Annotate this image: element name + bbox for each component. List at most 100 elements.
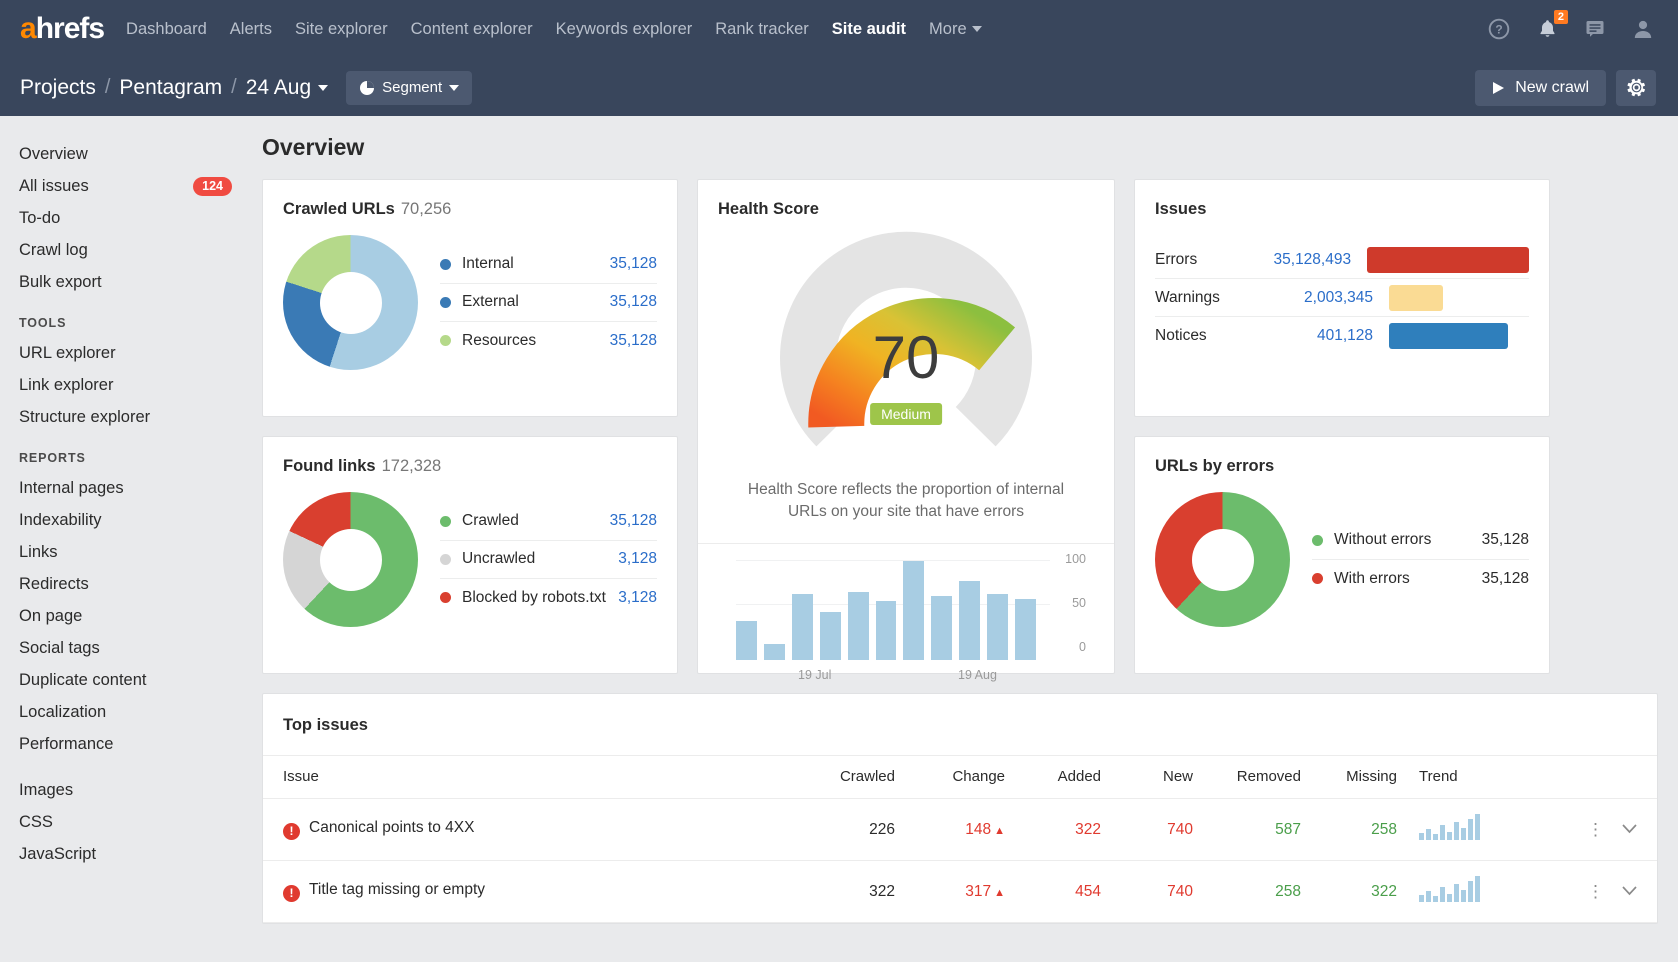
table-row[interactable]: !Canonical points to 4XX 226 148▲ 322 74… <box>263 799 1657 861</box>
cell-issue-name[interactable]: !Canonical points to 4XX <box>263 799 787 861</box>
notifications-button[interactable]: 2 <box>1534 16 1560 42</box>
sidebar-item-indexability[interactable]: Indexability <box>19 504 262 536</box>
sidebar-label-performance: Performance <box>19 735 113 754</box>
column-header-added[interactable]: Added <box>1005 756 1101 799</box>
issues-card: Issues Errors 35,128,493 Warnings 2,003,… <box>1134 179 1550 417</box>
legend-item-crawled[interactable]: Crawled 35,128 <box>440 503 657 541</box>
legend-item-external[interactable]: External 35,128 <box>440 284 657 322</box>
column-header-removed[interactable]: Removed <box>1193 756 1301 799</box>
column-header-trend[interactable]: Trend <box>1397 756 1547 799</box>
ytick-0: 0 <box>1079 640 1086 654</box>
legend-value-crawled[interactable]: 35,128 <box>610 512 657 530</box>
chat-icon <box>1584 19 1606 39</box>
legend-item-without-errors[interactable]: Without errors 35,128 <box>1312 522 1529 560</box>
history-bar[interactable] <box>987 594 1008 660</box>
column-header-new[interactable]: New <box>1101 756 1193 799</box>
breadcrumb-projects[interactable]: Projects <box>20 76 96 100</box>
help-button[interactable]: ? <box>1486 16 1512 42</box>
history-bar[interactable] <box>931 596 952 660</box>
ahrefs-logo[interactable]: ahrefs <box>20 14 104 44</box>
sidebar-item-social-tags[interactable]: Social tags <box>19 632 262 664</box>
sidebar-label-duplicate-content: Duplicate content <box>19 671 147 690</box>
sidebar-item-on-page[interactable]: On page <box>19 600 262 632</box>
history-bar[interactable] <box>959 581 980 660</box>
sidebar-item-all-issues[interactable]: All issues 124 <box>19 170 262 202</box>
sidebar-item-performance[interactable]: Performance <box>19 728 262 760</box>
found-links-legend: Crawled 35,128 Uncrawled 3,128 Blocked b… <box>440 503 657 617</box>
issue-value-warnings[interactable]: 2,003,345 <box>1251 289 1373 307</box>
cell-issue-name[interactable]: !Title tag missing or empty <box>263 861 787 923</box>
nav-site-audit[interactable]: Site audit <box>832 20 906 39</box>
column-header-change[interactable]: Change <box>895 756 1005 799</box>
table-row[interactable]: !Title tag missing or empty 322 317▲ 454… <box>263 861 1657 923</box>
nav-alerts[interactable]: Alerts <box>230 20 272 39</box>
column-header-crawled[interactable]: Crawled <box>787 756 895 799</box>
legend-value-blocked-by-robots[interactable]: 3,128 <box>618 589 657 607</box>
new-crawl-button[interactable]: New crawl <box>1475 70 1606 106</box>
legend-item-blocked-by-robots[interactable]: Blocked by robots.txt 3,128 <box>440 579 657 617</box>
history-bar[interactable] <box>792 594 813 660</box>
xtick-19-aug: 19 Aug <box>958 668 997 682</box>
account-button[interactable] <box>1630 16 1656 42</box>
row-menu-icon[interactable]: ⋮ <box>1587 821 1604 838</box>
cell-new: 740 <box>1101 861 1193 923</box>
history-bar[interactable] <box>736 621 757 660</box>
sidebar-item-redirects[interactable]: Redirects <box>19 568 262 600</box>
history-bar[interactable] <box>848 592 869 660</box>
chevron-down-icon <box>972 26 982 32</box>
nav-rank-tracker[interactable]: Rank tracker <box>715 20 809 39</box>
sidebar-item-localization[interactable]: Localization <box>19 696 262 728</box>
legend-value-internal[interactable]: 35,128 <box>610 255 657 273</box>
issue-row-warnings[interactable]: Warnings 2,003,345 <box>1155 279 1529 317</box>
column-header-missing[interactable]: Missing <box>1301 756 1397 799</box>
sidebar-item-links[interactable]: Links <box>19 536 262 568</box>
nav-site-explorer[interactable]: Site explorer <box>295 20 388 39</box>
row-menu-icon[interactable]: ⋮ <box>1587 883 1604 900</box>
legend-item-uncrawled[interactable]: Uncrawled 3,128 <box>440 541 657 579</box>
nav-keywords-explorer[interactable]: Keywords explorer <box>556 20 693 39</box>
breadcrumb-date-selector[interactable]: 24 Aug <box>246 76 328 100</box>
sidebar-item-to-do[interactable]: To-do <box>19 202 262 234</box>
history-bar[interactable] <box>903 561 924 660</box>
sidebar-item-link-explorer[interactable]: Link explorer <box>19 369 262 401</box>
history-bar[interactable] <box>764 644 785 660</box>
legend-value-uncrawled[interactable]: 3,128 <box>618 550 657 568</box>
settings-button[interactable] <box>1616 70 1656 106</box>
sidebar-item-javascript[interactable]: JavaScript <box>19 838 262 870</box>
history-bar[interactable] <box>876 601 897 660</box>
segment-button[interactable]: Segment <box>346 71 472 105</box>
sidebar-item-structure-explorer[interactable]: Structure explorer <box>19 401 262 433</box>
sidebar-item-url-explorer[interactable]: URL explorer <box>19 337 262 369</box>
legend-value-external[interactable]: 35,128 <box>610 293 657 311</box>
legend-value-resources[interactable]: 35,128 <box>610 332 657 350</box>
sidebar-item-images[interactable]: Images <box>19 774 262 806</box>
legend-item-with-errors[interactable]: With errors 35,128 <box>1312 560 1529 598</box>
column-header-issue[interactable]: Issue <box>263 756 787 799</box>
sidebar-item-internal-pages[interactable]: Internal pages <box>19 472 262 504</box>
cell-removed: 587 <box>1193 799 1301 861</box>
issue-value-notices[interactable]: 401,128 <box>1251 327 1373 345</box>
messages-button[interactable] <box>1582 16 1608 42</box>
issue-row-notices[interactable]: Notices 401,128 <box>1155 317 1529 355</box>
nav-more[interactable]: More <box>929 20 982 39</box>
legend-item-resources[interactable]: Resources 35,128 <box>440 322 657 360</box>
expand-row-icon[interactable] <box>1622 883 1637 901</box>
legend-label-external: External <box>462 293 519 311</box>
legend-item-internal[interactable]: Internal 35,128 <box>440 246 657 284</box>
history-bar[interactable] <box>820 612 841 660</box>
nav-content-explorer[interactable]: Content explorer <box>411 20 533 39</box>
nav-dashboard[interactable]: Dashboard <box>126 20 207 39</box>
breadcrumb-project-name[interactable]: Pentagram <box>119 76 222 100</box>
history-bar[interactable] <box>1015 599 1036 660</box>
sidebar-item-crawl-log[interactable]: Crawl log <box>19 234 262 266</box>
sidebar-item-duplicate-content[interactable]: Duplicate content <box>19 664 262 696</box>
health-score-card: Health Score <box>697 179 1115 674</box>
sidebar-item-overview[interactable]: Overview <box>19 138 262 170</box>
issue-row-errors[interactable]: Errors 35,128,493 <box>1155 241 1529 279</box>
sidebar-item-css[interactable]: CSS <box>19 806 262 838</box>
urls-by-errors-card: URLs by errors Without errors 35,128 <box>1134 436 1550 674</box>
health-score-title: Health Score <box>718 200 1094 219</box>
expand-row-icon[interactable] <box>1622 821 1637 839</box>
issue-value-errors[interactable]: 35,128,493 <box>1241 251 1351 269</box>
sidebar-item-bulk-export[interactable]: Bulk export <box>19 266 262 298</box>
